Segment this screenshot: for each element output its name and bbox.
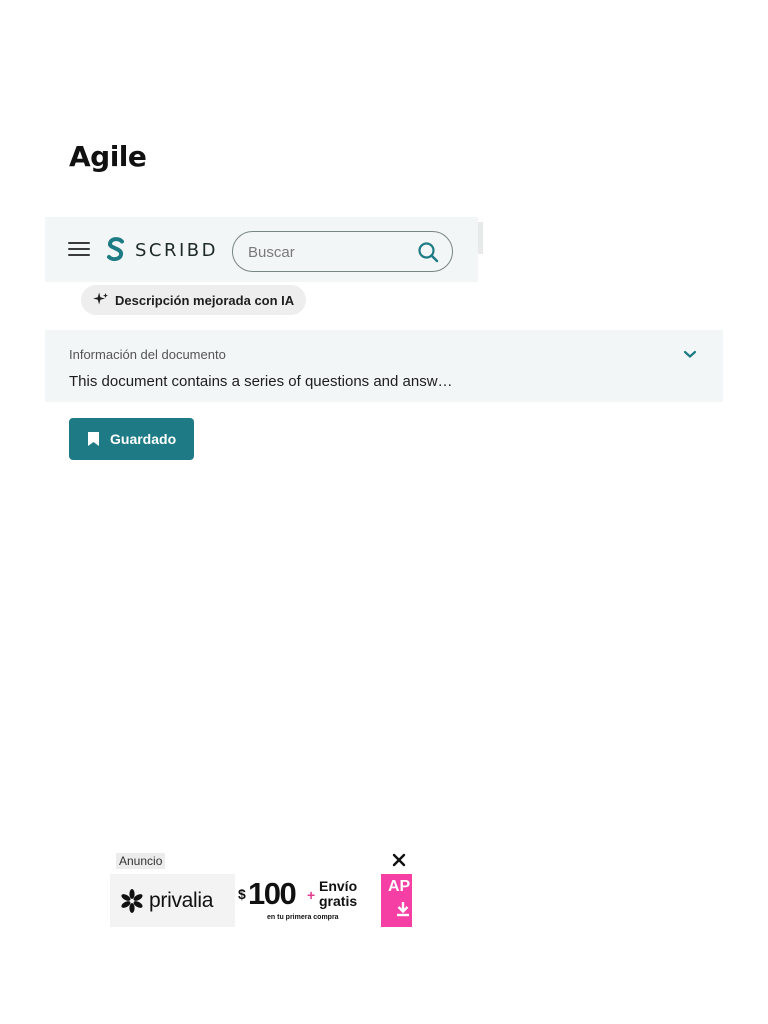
ad-plus: + <box>307 887 316 903</box>
ad-app-cta[interactable]: AP <box>381 874 412 927</box>
ad-free-line-1: Envío <box>319 878 358 894</box>
ad-offer-section: $ 100 + Envío gratis en tu primera compr… <box>235 874 376 927</box>
ad-amount: 100 <box>248 876 297 911</box>
top-navigation-bar: SCRIBD <box>45 217 478 282</box>
ad-brand-section: privalia <box>110 874 235 927</box>
ai-enhanced-description-chip[interactable]: Descripción mejorada con IA <box>81 285 307 315</box>
privalia-flower-icon <box>121 888 143 913</box>
search-icon[interactable] <box>417 241 439 263</box>
doc-info-heading: Información del documento <box>69 347 226 362</box>
ad-cta-text: AP <box>388 878 411 895</box>
ad-brand-name: privalia <box>149 888 214 912</box>
ai-chip-label: Descripción mejorada con IA <box>115 292 295 308</box>
doc-info-description: This document contains a series of quest… <box>69 373 453 390</box>
topbar-edge <box>478 222 483 254</box>
hamburger-menu-icon[interactable] <box>68 242 90 258</box>
scribd-logo[interactable]: SCRIBD <box>105 236 218 264</box>
page-title: Agile <box>69 140 147 173</box>
sparkle-icon <box>93 292 108 305</box>
ad-free-shipping: Envío gratis <box>319 879 357 909</box>
ad-currency: $ <box>238 886 246 902</box>
download-icon <box>397 902 409 917</box>
saved-button[interactable]: Guardado <box>69 418 194 460</box>
saved-label: Guardado <box>110 431 177 447</box>
ad-banner[interactable]: privalia $ 100 + Envío gratis en tu prim… <box>110 874 412 927</box>
logo-text: SCRIBD <box>135 239 219 261</box>
ad-label: Anuncio <box>116 853 166 869</box>
search-field[interactable] <box>232 231 453 272</box>
search-input[interactable] <box>248 241 408 263</box>
chevron-down-icon[interactable] <box>683 349 697 359</box>
close-icon[interactable] <box>391 852 407 868</box>
bookmark-icon <box>88 432 99 446</box>
ad-fine-print: en tu primera compra <box>267 914 339 921</box>
scribd-logo-icon <box>107 237 124 262</box>
document-info-panel[interactable]: Información del documento This document … <box>45 330 723 402</box>
ad-free-line-2: gratis <box>319 893 358 909</box>
